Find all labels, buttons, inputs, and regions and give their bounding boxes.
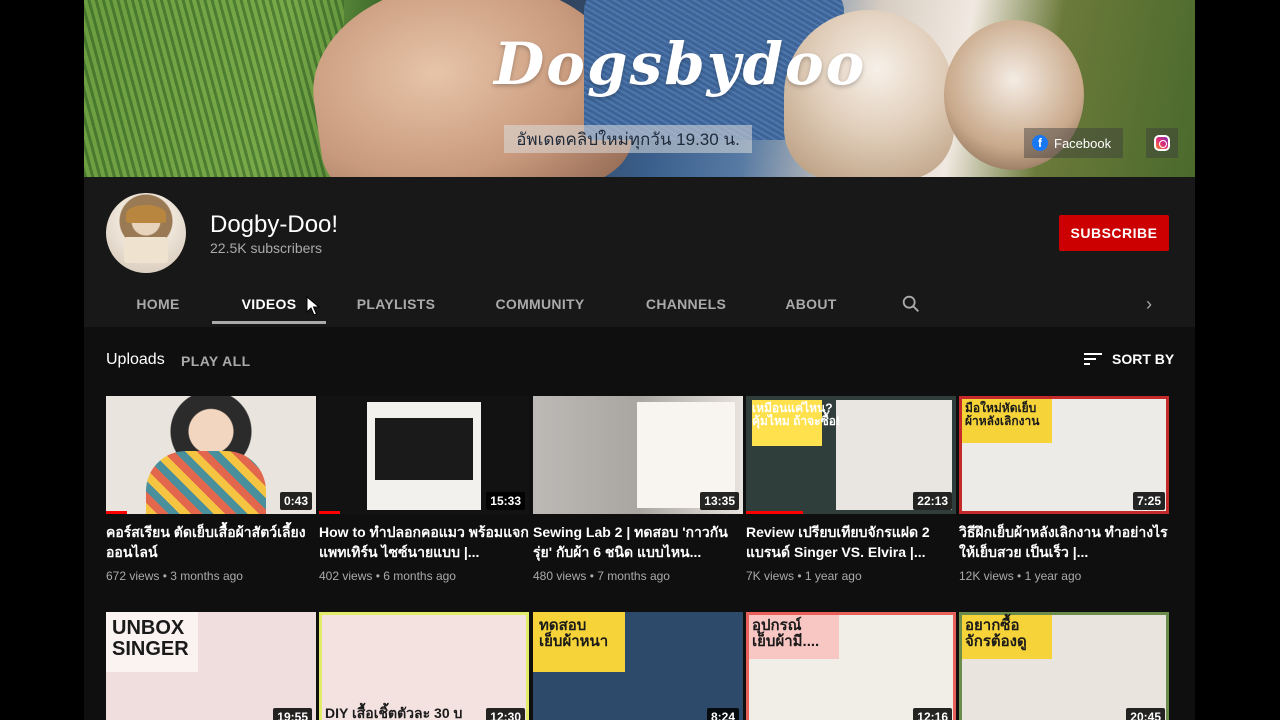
banner-tagline: อัพเดตคลิปใหม่ทุกวัน 19.30 น. <box>504 125 752 153</box>
tab-community[interactable]: COMMUNITY <box>488 281 592 327</box>
uploads-title: Uploads <box>106 351 165 368</box>
video-title[interactable]: Sewing Lab 2 | ทดสอบ 'กาวกันรุ่ย' กับผ้า… <box>533 522 743 562</box>
video-thumbnail[interactable]: เหมือนแค่ไหน? คุ้มไหม ถ้าจะซื้อ! 22:13 <box>746 396 956 514</box>
video-thumbnail[interactable]: อุปกรณ์ เย็บผ้ามี.... 12:16 <box>746 612 956 720</box>
thumbnail-text: อุปกรณ์ เย็บผ้ามี.... <box>752 617 820 650</box>
channel-name: Dogby-Doo! <box>210 211 339 238</box>
video-card[interactable]: UNBOX SINGER 19:55 <box>106 612 316 720</box>
video-duration: 13:35 <box>700 492 739 510</box>
thumbnail-text: DIY เสื้อเชิ้ตตัวละ 30 บ <box>325 705 463 720</box>
video-meta: 402 views • 6 months ago <box>319 569 456 583</box>
chevron-right-icon[interactable]: › <box>1138 293 1160 315</box>
video-thumbnail[interactable]: 0:43 <box>106 396 316 514</box>
video-thumbnail[interactable]: มือใหม่หัดเย็บ ผ้าหลังเลิกงาน 7:25 <box>959 396 1169 514</box>
video-title[interactable]: Review เปรียบเทียบจักรแฝด 2 แบรนด์ Singe… <box>746 522 956 562</box>
thumbnail-text: UNBOX SINGER <box>112 617 189 660</box>
video-duration: 7:25 <box>1132 492 1165 510</box>
thumbnail-text: อยากซื้อ จักรต้องดู <box>965 617 1027 650</box>
subscriber-count: 22.5K subscribers <box>210 240 323 256</box>
video-card[interactable]: 0:43 คอร์สเรียน ตัดเย็บเสื้อผ้าสัตว์เลี้… <box>106 396 316 583</box>
channel-page: Dogsbydoo อัพเดตคลิปใหม่ทุกวัน 19.30 น. … <box>84 0 1195 720</box>
channel-banner: Dogsbydoo อัพเดตคลิปใหม่ทุกวัน 19.30 น. … <box>84 0 1195 177</box>
search-icon[interactable] <box>900 293 922 315</box>
channel-tabs: HOME VIDEOS PLAYLISTS COMMUNITY CHANNELS… <box>84 281 1195 327</box>
banner-facebook-link[interactable]: f Facebook <box>1024 128 1124 158</box>
mouse-cursor-icon <box>306 296 320 316</box>
video-duration: 19:55 <box>273 708 312 720</box>
banner-grass <box>84 0 344 177</box>
video-card[interactable]: เหมือนแค่ไหน? คุ้มไหม ถ้าจะซื้อ! 22:13 R… <box>746 396 956 583</box>
video-duration: 22:13 <box>913 492 952 510</box>
video-thumbnail[interactable]: UNBOX SINGER 19:55 <box>106 612 316 720</box>
video-card[interactable]: มือใหม่หัดเย็บ ผ้าหลังเลิกงาน 7:25 วิธีฝ… <box>959 396 1169 583</box>
video-meta: 672 views • 3 months ago <box>106 569 243 583</box>
video-title[interactable]: How to ทำปลอกคอแมว พร้อมแจกแพทเทิร์น ไซซ… <box>319 522 529 562</box>
video-title[interactable]: คอร์สเรียน ตัดเย็บเสื้อผ้าสัตว์เลี้ยง ออ… <box>106 522 316 562</box>
video-card[interactable]: 15:33 How to ทำปลอกคอแมว พร้อมแจกแพทเทิร… <box>319 396 529 583</box>
channel-avatar[interactable] <box>106 193 186 273</box>
video-thumbnail[interactable]: อยากซื้อ จักรต้องดู 20:45 <box>959 612 1169 720</box>
video-duration: 0:43 <box>279 492 312 510</box>
banner-instagram-link[interactable] <box>1146 128 1178 158</box>
watch-progress <box>106 511 127 514</box>
watch-progress <box>746 511 803 514</box>
video-card[interactable]: 13:35 Sewing Lab 2 | ทดสอบ 'กาวกันรุ่ย' … <box>533 396 743 583</box>
video-duration: 12:16 <box>913 708 952 720</box>
video-card[interactable]: ทดสอบ เย็บผ้าหนา 8:24 <box>533 612 743 720</box>
thumbnail-text: ทดสอบ เย็บผ้าหนา <box>539 617 609 650</box>
video-thumbnail[interactable]: DIY เสื้อเชิ้ตตัวละ 30 บ 12:30 <box>319 612 529 720</box>
video-duration: 20:45 <box>1126 708 1165 720</box>
facebook-icon: f <box>1032 135 1048 151</box>
video-thumbnail[interactable]: ทดสอบ เย็บผ้าหนา 8:24 <box>533 612 743 720</box>
video-meta: 7K views • 1 year ago <box>746 569 862 583</box>
tab-about[interactable]: ABOUT <box>782 281 840 327</box>
banner-brand-logo: Dogsbydoo <box>494 30 867 98</box>
video-card[interactable]: DIY เสื้อเชิ้ตตัวละ 30 บ 12:30 <box>319 612 529 720</box>
sort-icon <box>1084 353 1102 365</box>
play-all-button[interactable]: PLAY ALL <box>181 353 251 369</box>
video-duration: 15:33 <box>486 492 525 510</box>
video-card[interactable]: อยากซื้อ จักรต้องดู 20:45 <box>959 612 1169 720</box>
video-card[interactable]: อุปกรณ์ เย็บผ้ามี.... 12:16 <box>746 612 956 720</box>
sort-by-button[interactable]: SORT BY <box>1084 351 1174 367</box>
thumbnail-text: มือใหม่หัดเย็บ ผ้าหลังเลิกงาน <box>965 401 1040 428</box>
sort-by-label: SORT BY <box>1112 351 1175 367</box>
facebook-label: Facebook <box>1054 135 1112 151</box>
tab-home[interactable]: HOME <box>122 281 194 327</box>
video-title[interactable]: วิธีฝึกเย็บผ้าหลังเลิกงาน ทำอย่างไรให้เย… <box>959 522 1169 562</box>
subscribe-button[interactable]: SUBSCRIBE <box>1059 215 1169 251</box>
video-duration: 8:24 <box>706 708 739 720</box>
video-thumbnail[interactable]: 15:33 <box>319 396 529 514</box>
watch-progress <box>319 511 340 514</box>
thumbnail-text: เหมือนแค่ไหน? คุ้มไหม ถ้าจะซื้อ! <box>752 401 840 428</box>
video-meta: 480 views • 7 months ago <box>533 569 670 583</box>
instagram-icon <box>1154 135 1170 151</box>
video-duration: 12:30 <box>486 708 525 720</box>
video-thumbnail[interactable]: 13:35 <box>533 396 743 514</box>
video-meta: 12K views • 1 year ago <box>959 569 1082 583</box>
channel-header: Dogby-Doo! 22.5K subscribers SUBSCRIBE H… <box>84 177 1195 327</box>
tab-channels[interactable]: CHANNELS <box>640 281 732 327</box>
uploads-section-header: Uploads PLAY ALL SORT BY <box>84 343 1195 377</box>
tab-playlists[interactable]: PLAYLISTS <box>346 281 446 327</box>
